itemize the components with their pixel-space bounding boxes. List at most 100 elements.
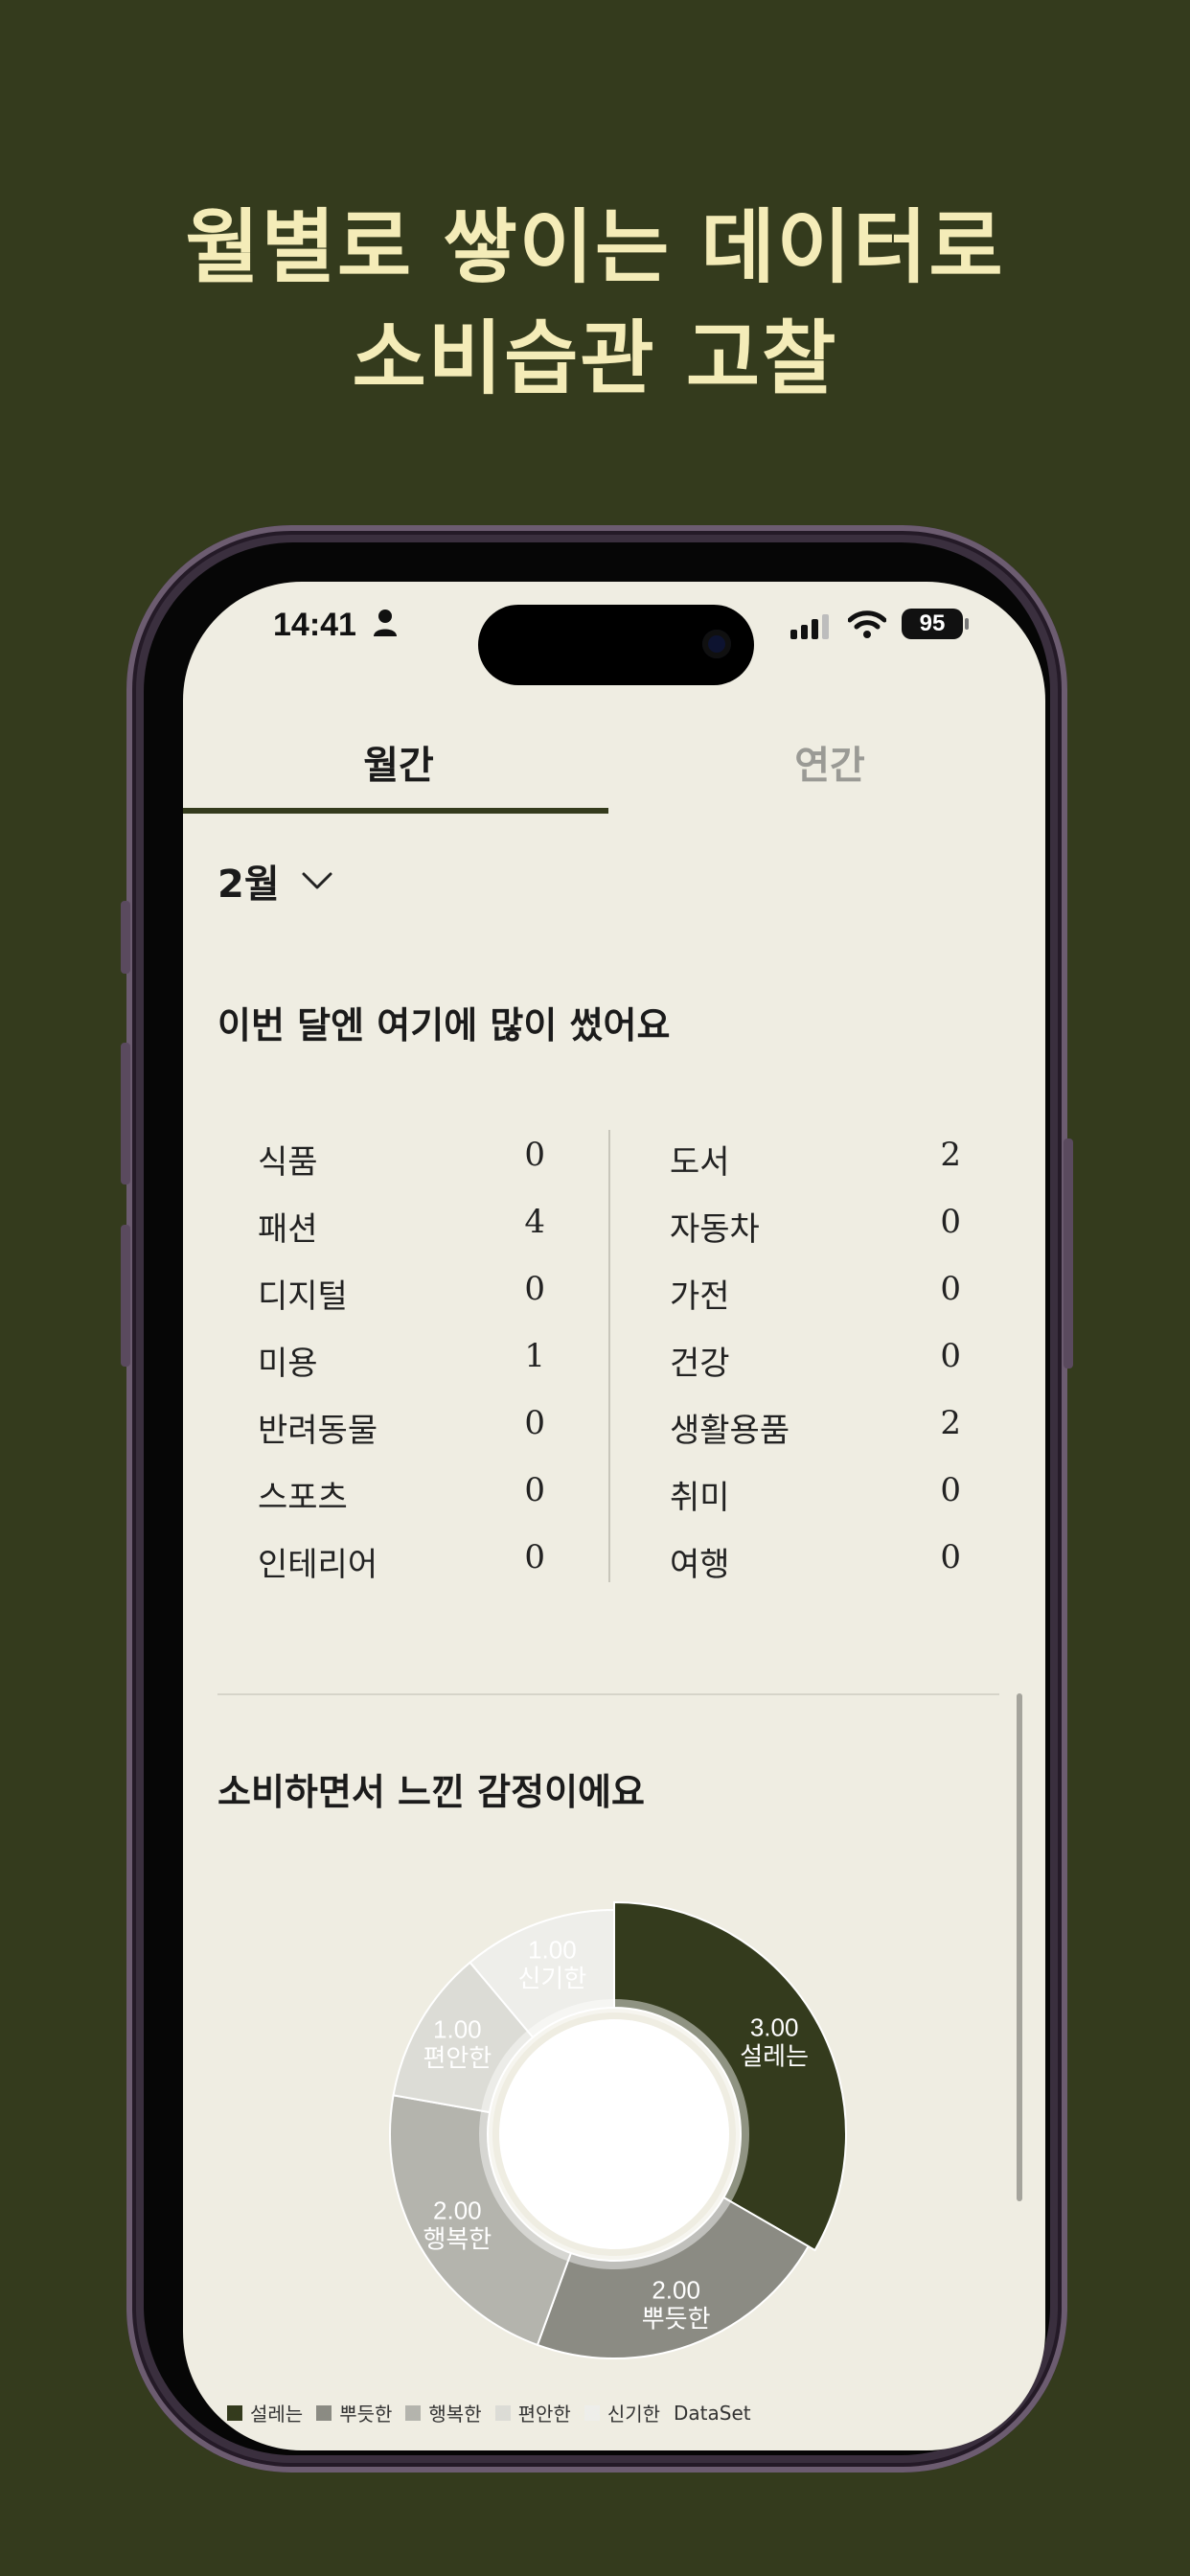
category-name: 취미 [670, 1479, 730, 1517]
categories-title: 이번 달엔 여기에 많이 썼어요 [217, 1004, 671, 1046]
headline-line-1: 월별로 쌓이는 데이터로 [185, 199, 1005, 294]
category-list-right: 도서 2 자동차 0 가전 0 건강 0 생활용품 2 취미 0 여행 0 [670, 1122, 961, 1592]
headline-line-2: 소비습관 고찰 [352, 310, 838, 405]
legend-item: 설레는 [227, 2399, 303, 2426]
slice-value-label: 1.00 [433, 2015, 482, 2044]
dynamic-island [478, 605, 754, 685]
legend-item: 행복한 [405, 2399, 482, 2426]
category-name: 미용 [258, 1345, 318, 1383]
month-dropdown[interactable]: 2월 [217, 852, 333, 909]
category-count: 0 [524, 1471, 545, 1509]
category-name: 디지털 [258, 1277, 348, 1316]
slice-category-label: 편안한 [423, 2044, 492, 2073]
category-count: 0 [524, 1136, 545, 1174]
category-count: 0 [940, 1270, 961, 1308]
category-count: 4 [524, 1203, 545, 1241]
legend-label: 행복한 [428, 2403, 482, 2426]
category-row: 건강 0 [670, 1323, 961, 1391]
wifi-icon [848, 610, 886, 638]
slice-category-label: 뿌듯한 [642, 2305, 711, 2334]
section-divider [217, 1693, 999, 1695]
category-row: 디지털 0 [258, 1256, 545, 1323]
column-divider [608, 1130, 610, 1582]
category-count: 0 [940, 1471, 961, 1509]
scrollbar[interactable] [1017, 1693, 1022, 2201]
legend-dataset-label: DataSet [674, 2401, 751, 2425]
slice-category-label: 설레는 [740, 2042, 809, 2071]
legend-swatch [405, 2404, 422, 2421]
tab-selected-indicator [183, 808, 608, 814]
app-screen: 14:41 95 월간 연간 2월 이번 달엔 여기에 많이 썼어요 식품 0 … [183, 582, 1045, 2450]
category-row: 반려동물 0 [258, 1391, 545, 1458]
legend-label: 뿌듯한 [339, 2403, 393, 2426]
legend-item: 편안한 [494, 2399, 571, 2426]
slice-category-label: 행복한 [423, 2225, 492, 2254]
category-row: 자동차 0 [670, 1189, 961, 1256]
category-name: 여행 [670, 1546, 730, 1584]
chart-legend: 설레는 뿌듯한 행복한 편안한 신기한 DataSet [227, 2399, 751, 2426]
slice-value-label: 2.00 [433, 2196, 482, 2225]
category-name: 건강 [670, 1345, 730, 1383]
battery-indicator: 95 [902, 609, 963, 639]
category-name: 식품 [258, 1143, 318, 1182]
category-name: 인테리어 [258, 1546, 378, 1584]
category-name: 패션 [258, 1210, 318, 1249]
category-row: 생활용품 2 [670, 1391, 961, 1458]
battery-nub [965, 618, 969, 630]
volume-down-button [121, 1225, 130, 1367]
category-list-left: 식품 0 패션 4 디지털 0 미용 1 반려동물 0 스포츠 0 인테리어 0 [258, 1122, 545, 1592]
category-row: 취미 0 [670, 1458, 961, 1525]
category-name: 도서 [670, 1143, 730, 1182]
category-name: 반려동물 [258, 1412, 378, 1450]
category-row: 인테리어 0 [258, 1525, 545, 1592]
category-row: 패션 4 [258, 1189, 545, 1256]
donut-hole [499, 2019, 729, 2249]
power-button [1064, 1138, 1073, 1368]
tab-yearly[interactable]: 연간 [614, 716, 1045, 816]
category-count: 2 [940, 1404, 961, 1442]
promo-headline: 월별로 쌓이는 데이터로 소비습관 고찰 [0, 192, 1190, 414]
cellular-signal-icon [790, 614, 829, 639]
silent-switch [121, 901, 130, 974]
emotion-donut-chart: 3.00설레는2.00뿌듯한2.00행복한1.00편안한1.00신기한 [389, 1900, 847, 2359]
emotions-title: 소비하면서 느낀 감정이에요 [217, 1771, 645, 1813]
category-row: 여행 0 [670, 1525, 961, 1592]
category-name: 가전 [670, 1277, 730, 1316]
category-count: 0 [524, 1538, 545, 1576]
phone-frame: 14:41 95 월간 연간 2월 이번 달엔 여기에 많이 썼어요 식품 0 … [121, 525, 1073, 2472]
slice-value-label: 1.00 [528, 1935, 577, 1964]
category-name: 스포츠 [258, 1479, 348, 1517]
category-count: 0 [940, 1538, 961, 1576]
category-count: 0 [940, 1337, 961, 1375]
slice-category-label: 신기한 [517, 1964, 586, 1992]
category-count: 1 [524, 1337, 545, 1375]
category-count: 0 [524, 1270, 545, 1308]
category-row: 도서 2 [670, 1122, 961, 1189]
slice-value-label: 2.00 [652, 2276, 700, 2305]
category-row: 미용 1 [258, 1323, 545, 1391]
category-count: 0 [940, 1203, 961, 1241]
legend-item: 뿌듯한 [316, 2399, 392, 2426]
category-count: 0 [524, 1404, 545, 1442]
legend-label: 편안한 [517, 2403, 571, 2426]
legend-label: 설레는 [250, 2403, 304, 2426]
status-time: 14:41 [273, 607, 356, 643]
legend-swatch [494, 2404, 511, 2421]
category-row: 식품 0 [258, 1122, 545, 1189]
category-name: 생활용품 [670, 1412, 790, 1450]
camera-icon [702, 630, 731, 658]
legend-swatch [227, 2404, 242, 2421]
legend-swatch [584, 2404, 600, 2421]
legend-label: 신기한 [606, 2403, 661, 2426]
person-icon [374, 610, 397, 636]
tab-monthly[interactable]: 월간 [183, 716, 614, 816]
category-name: 자동차 [670, 1210, 760, 1249]
legend-item: 신기한 [584, 2399, 660, 2426]
month-value: 2월 [217, 862, 280, 907]
category-row: 가전 0 [670, 1256, 961, 1323]
category-count: 2 [940, 1136, 961, 1174]
category-row: 스포츠 0 [258, 1458, 545, 1525]
volume-up-button [121, 1043, 130, 1184]
period-tabs: 월간 연간 [183, 716, 1045, 816]
phone-bezel: 14:41 95 월간 연간 2월 이번 달엔 여기에 많이 썼어요 식품 0 … [144, 542, 1050, 2455]
